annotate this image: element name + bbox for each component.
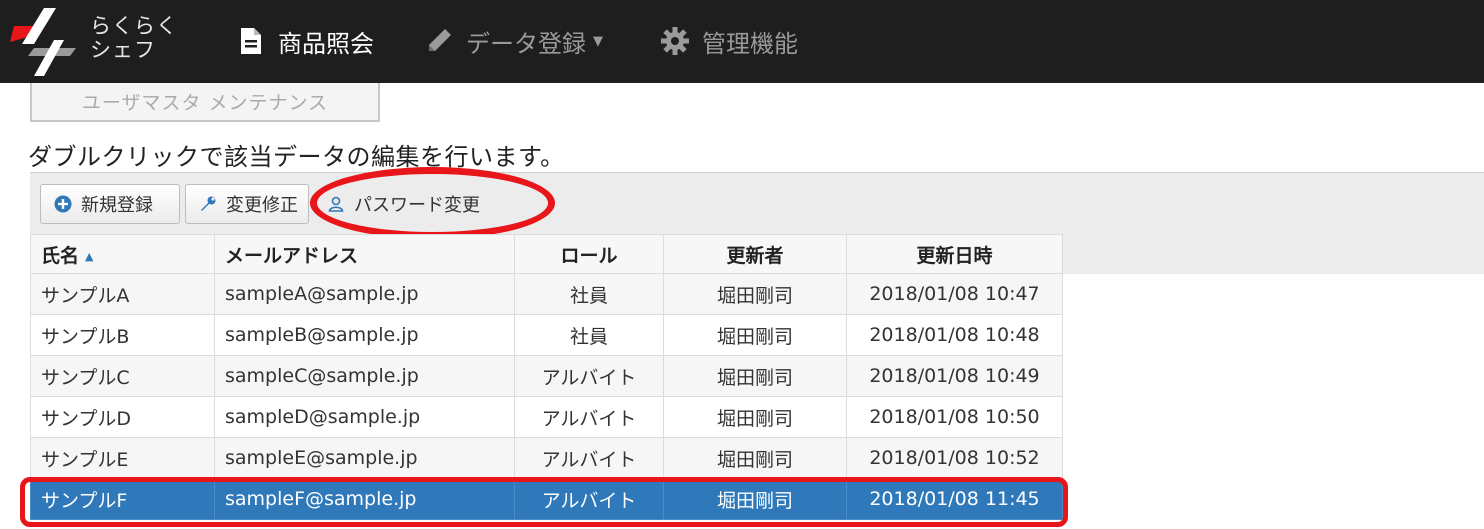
- gear-icon: [660, 26, 690, 56]
- column-header-updated[interactable]: 更新日時: [846, 234, 1063, 274]
- cell-name: サンプルC: [30, 355, 215, 397]
- logo-icon[interactable]: [4, 4, 82, 80]
- edit-button[interactable]: 変更修正: [185, 184, 309, 224]
- cell-name: サンプルE: [30, 437, 215, 479]
- grid-toolbar: 新規登録 変更修正 パスワード変更: [30, 172, 1484, 234]
- cell-role: アルバイト: [514, 478, 664, 520]
- cell-updater: 堀田剛司: [663, 314, 847, 356]
- cell-updated: 2018/01/08 10:48: [846, 314, 1063, 356]
- nav-item-admin[interactable]: 管理機能: [660, 22, 798, 60]
- cell-email: sampleC@sample.jp: [214, 355, 515, 397]
- cell-role: アルバイト: [514, 355, 664, 397]
- grid-header-row: 氏名 ▲ メールアドレス ロール 更新者 更新日時: [30, 234, 1063, 274]
- user-master-maintenance-tab[interactable]: ユーザマスタ メンテナンス: [30, 83, 380, 122]
- cell-name: サンプルF: [30, 478, 215, 520]
- cell-email: sampleD@sample.jp: [214, 396, 515, 438]
- column-header-updater[interactable]: 更新者: [663, 234, 847, 274]
- instruction-text: ダブルクリックで該当データの編集を行います。: [28, 143, 565, 171]
- cell-name: サンプルA: [30, 273, 215, 315]
- top-navbar: らくらく シェフ 商品照会 データ登録 ▼ 管理機能: [0, 0, 1484, 83]
- new-record-button[interactable]: 新規登録: [40, 184, 180, 224]
- nav-item-products-label: 商品照会: [278, 29, 374, 58]
- cell-updater: 堀田剛司: [663, 355, 847, 397]
- cell-name: サンプルB: [30, 314, 215, 356]
- nav-item-data-entry[interactable]: データ登録 ▼: [424, 22, 603, 60]
- change-password-button[interactable]: パスワード変更: [314, 184, 526, 224]
- column-header-role[interactable]: ロール: [514, 234, 664, 274]
- cell-updater: 堀田剛司: [663, 396, 847, 438]
- nav-item-data-entry-label: データ登録: [466, 29, 586, 58]
- column-header-name-label: 氏名: [41, 244, 80, 267]
- cell-role: アルバイト: [514, 437, 664, 479]
- chevron-down-icon: ▼: [593, 33, 603, 49]
- table-row-selected[interactable]: サンプルF sampleF@sample.jp アルバイト 堀田剛司 2018/…: [30, 478, 1063, 520]
- table-row[interactable]: サンプルB sampleB@sample.jp 社員 堀田剛司 2018/01/…: [30, 314, 1063, 356]
- grid-header-filler: [1062, 234, 1484, 274]
- cell-role: 社員: [514, 314, 664, 356]
- cell-updated: 2018/01/08 10:47: [846, 273, 1063, 315]
- wrench-icon: [198, 194, 218, 214]
- cell-updated: 2018/01/08 10:50: [846, 396, 1063, 438]
- pencil-icon: [424, 26, 454, 56]
- sort-ascending-icon: ▲: [85, 249, 94, 263]
- column-header-email[interactable]: メールアドレス: [214, 234, 515, 274]
- cell-updated: 2018/01/08 11:45: [846, 478, 1063, 520]
- cell-updated: 2018/01/08 10:49: [846, 355, 1063, 397]
- cell-updater: 堀田剛司: [663, 273, 847, 315]
- cell-role: アルバイト: [514, 396, 664, 438]
- user-icon: [326, 194, 346, 214]
- plus-circle-icon: [53, 194, 73, 214]
- file-icon: [236, 26, 266, 56]
- cell-role: 社員: [514, 273, 664, 315]
- cell-name: サンプルD: [30, 396, 215, 438]
- cell-email: sampleA@sample.jp: [214, 273, 515, 315]
- table-row[interactable]: サンプルC sampleC@sample.jp アルバイト 堀田剛司 2018/…: [30, 355, 1063, 397]
- logo-line-2: シェフ: [90, 38, 156, 62]
- table-row[interactable]: サンプルD sampleD@sample.jp アルバイト 堀田剛司 2018/…: [30, 396, 1063, 438]
- edit-label: 変更修正: [226, 195, 298, 216]
- nav-item-products[interactable]: 商品照会: [236, 22, 374, 60]
- change-password-label: パスワード変更: [354, 195, 480, 216]
- logo-text: らくらく シェフ: [90, 14, 178, 62]
- logo-line-1: らくらく: [90, 14, 178, 38]
- table-row[interactable]: サンプルE sampleE@sample.jp アルバイト 堀田剛司 2018/…: [30, 437, 1063, 479]
- new-record-label: 新規登録: [81, 195, 153, 216]
- cell-updater: 堀田剛司: [663, 437, 847, 479]
- column-header-name[interactable]: 氏名 ▲: [30, 234, 215, 274]
- nav-item-admin-label: 管理機能: [702, 29, 798, 58]
- cell-email: sampleF@sample.jp: [214, 478, 515, 520]
- cell-updated: 2018/01/08 10:52: [846, 437, 1063, 479]
- user-grid: 氏名 ▲ メールアドレス ロール 更新者 更新日時 サンプルA sampleA@s…: [30, 234, 1063, 520]
- table-row[interactable]: サンプルA sampleA@sample.jp 社員 堀田剛司 2018/01/…: [30, 273, 1063, 315]
- cell-email: sampleE@sample.jp: [214, 437, 515, 479]
- cell-updater: 堀田剛司: [663, 478, 847, 520]
- cell-email: sampleB@sample.jp: [214, 314, 515, 356]
